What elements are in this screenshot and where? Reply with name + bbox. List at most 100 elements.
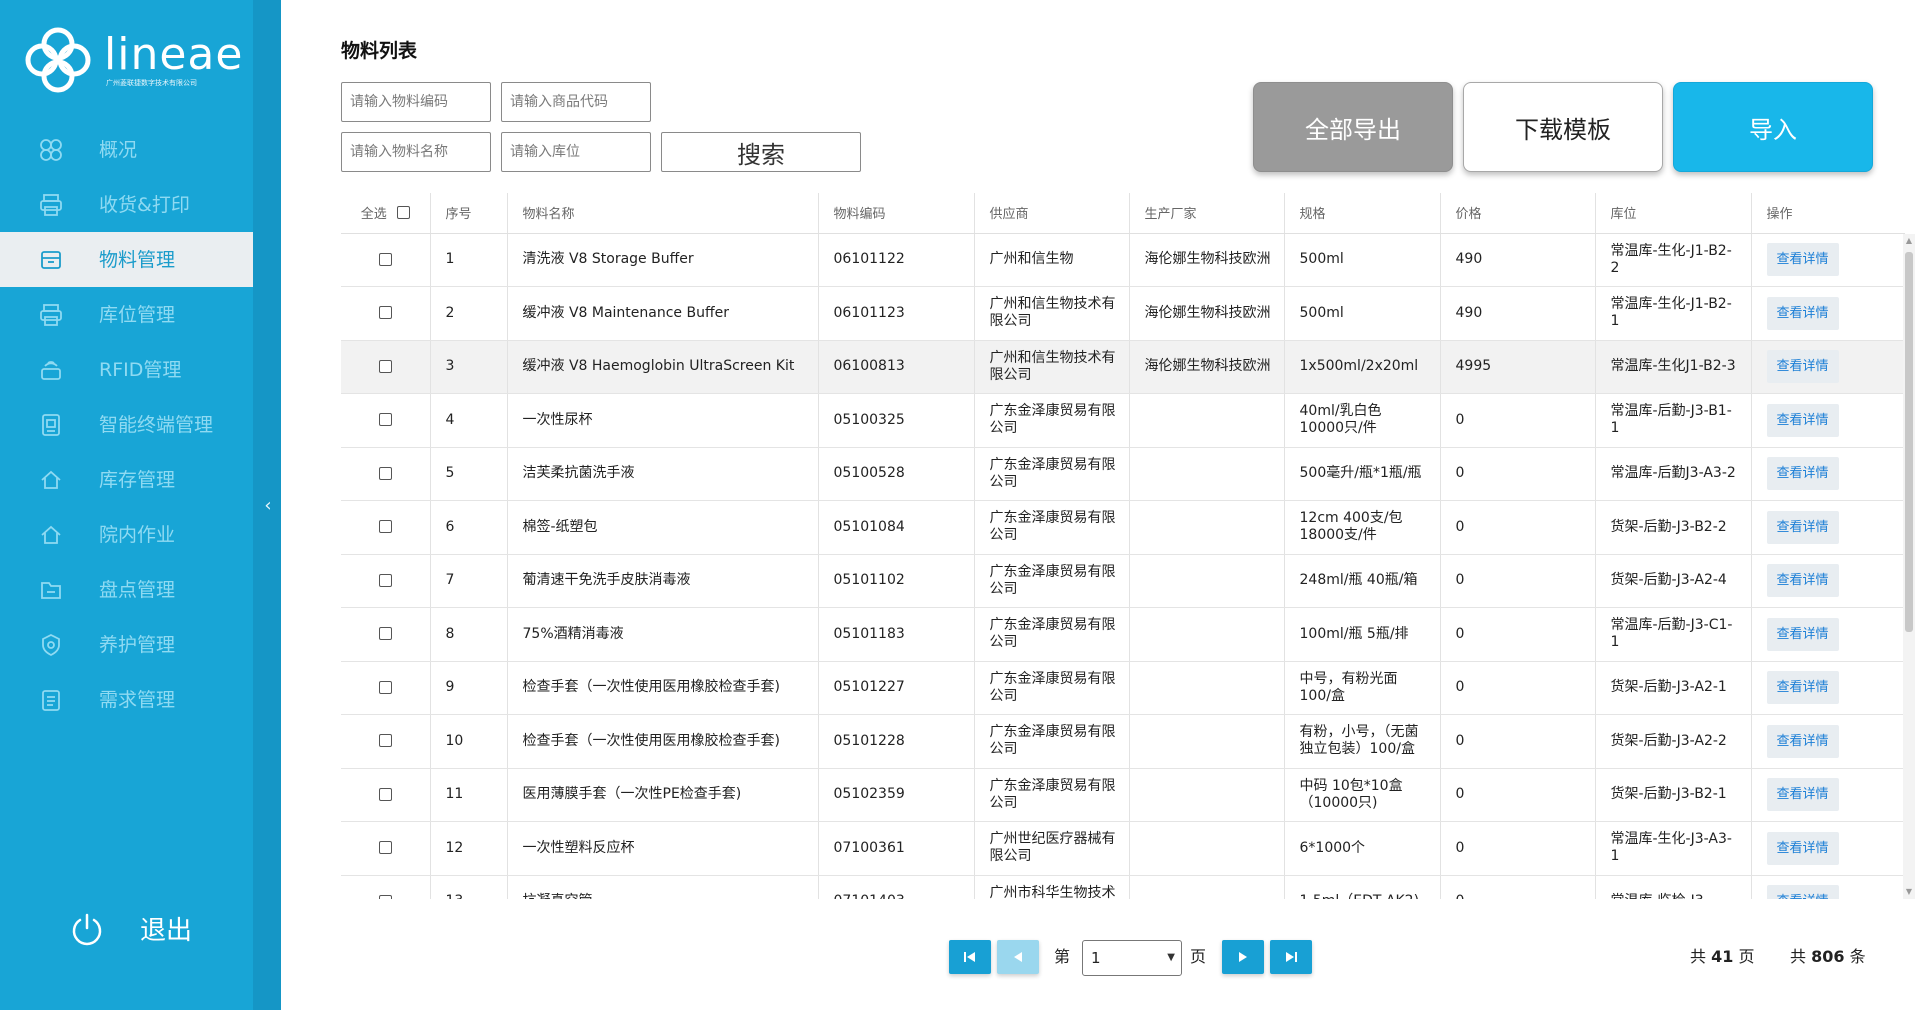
cell-supplier: 广东金泽康贸易有限公司	[974, 393, 1130, 448]
cell-location: 货架-后勤-J3-A2-4	[1595, 554, 1752, 608]
brand-name: lineae	[104, 29, 244, 80]
cell-manufacturer	[1129, 607, 1285, 662]
sidebar-item[interactable]: 概况	[0, 122, 253, 177]
chevron-down-icon: ▼	[1167, 952, 1175, 963]
total-items-prefix: 共	[1790, 947, 1807, 966]
cell-operation: 查看详情	[1751, 393, 1905, 448]
dashboard-icon	[40, 139, 62, 161]
shield-icon	[42, 633, 60, 657]
row-checkbox[interactable]	[378, 894, 392, 899]
row-checkbox[interactable]	[378, 359, 392, 373]
scrollbar-thumb[interactable]	[1905, 252, 1913, 632]
cell-operation: 查看详情	[1751, 286, 1905, 341]
row-checkbox[interactable]	[378, 627, 392, 641]
row-checkbox[interactable]	[378, 520, 392, 534]
row-select-cell	[341, 500, 431, 555]
row-checkbox[interactable]	[378, 787, 392, 801]
row-checkbox[interactable]	[378, 841, 392, 855]
search-button[interactable]: 搜索	[661, 132, 861, 172]
view-detail-button[interactable]: 查看详情	[1766, 617, 1839, 651]
sidebar-item-label: 收货&打印	[99, 194, 190, 216]
prev-page-icon	[1014, 952, 1022, 962]
page-suffix: 页	[1190, 947, 1207, 966]
sidebar-item[interactable]: 物料管理	[0, 232, 253, 287]
folder-icon	[41, 582, 61, 599]
row-checkbox[interactable]	[378, 573, 392, 587]
next-page-button[interactable]	[1222, 940, 1264, 974]
view-detail-button[interactable]: 查看详情	[1766, 564, 1839, 598]
row-checkbox[interactable]	[378, 680, 392, 694]
sidebar-item[interactable]: 库存管理	[0, 452, 253, 507]
table-row: 8 75%酒精消毒液 05101183 广东金泽康贸易有限公司 100ml/瓶 5瓶/排…	[341, 607, 1905, 662]
download-template-button[interactable]: 下载模板	[1463, 82, 1663, 172]
view-detail-button[interactable]: 查看详情	[1766, 243, 1839, 277]
row-checkbox[interactable]	[378, 413, 392, 427]
row-checkbox[interactable]	[378, 252, 392, 266]
view-detail-button[interactable]: 查看详情	[1766, 885, 1839, 899]
scroll-up-icon[interactable]: ▲	[1905, 237, 1913, 245]
table-row: 11 医用薄膜手套（一次性PE检查手套) 05102359 广东金泽康贸易有限公司 中码…	[341, 768, 1905, 822]
header-spec: 规格	[1284, 193, 1441, 234]
product-code-input[interactable]	[501, 82, 651, 122]
cell-location: 货架-后勤-J3-B2-2	[1595, 500, 1752, 555]
terminal-icon	[42, 414, 60, 436]
last-page-button[interactable]	[1270, 940, 1312, 974]
total-pages-value: 41	[1711, 947, 1734, 966]
view-detail-button[interactable]: 查看详情	[1766, 403, 1839, 437]
material-code-input[interactable]	[341, 82, 491, 122]
sidebar-item[interactable]: 养护管理	[0, 617, 253, 672]
row-select-cell	[341, 714, 431, 769]
page-select[interactable]: 1 ▼	[1082, 940, 1182, 976]
sidebar-nav: 概况收货&打印物料管理 库位管理 RFID管理 智能终端管理 库存管理 院内作业 盘点管理养…	[0, 122, 253, 727]
sidebar-item[interactable]: 需求管理	[0, 672, 253, 727]
view-detail-button[interactable]: 查看详情	[1766, 724, 1839, 758]
cell-operation: 查看详情	[1751, 661, 1905, 715]
export-all-button[interactable]: 全部导出	[1253, 82, 1453, 172]
location-input[interactable]	[501, 132, 651, 172]
cell-price: 0	[1440, 875, 1596, 899]
cell-index: 12	[430, 821, 508, 876]
view-detail-button[interactable]: 查看详情	[1766, 350, 1839, 384]
material-name-input[interactable]	[341, 132, 491, 172]
view-detail-button[interactable]: 查看详情	[1766, 457, 1839, 491]
row-checkbox[interactable]	[378, 734, 392, 748]
cell-price: 4995	[1440, 340, 1596, 394]
row-select-cell	[341, 661, 431, 715]
sidebar-item[interactable]: 智能终端管理	[0, 397, 253, 452]
cell-spec: 1x500ml/2x20ml	[1284, 340, 1441, 394]
table-scrollbar[interactable]: ▲ ▼	[1903, 234, 1915, 899]
cell-code: 05101183	[818, 607, 975, 662]
select-all-checkbox[interactable]	[396, 206, 410, 220]
sidebar-item[interactable]: 收货&打印	[0, 177, 253, 232]
cell-manufacturer	[1129, 447, 1285, 501]
row-select-cell	[341, 768, 431, 822]
cell-index: 1	[430, 233, 508, 287]
row-checkbox[interactable]	[378, 306, 392, 320]
total-items-value: 806	[1811, 947, 1845, 966]
row-checkbox[interactable]	[378, 466, 392, 480]
cell-code: 07101403	[818, 875, 975, 899]
view-detail-button[interactable]: 查看详情	[1766, 296, 1839, 330]
cell-supplier: 广东金泽康贸易有限公司	[974, 554, 1130, 608]
cell-location: 货架-后勤-J3-B2-1	[1595, 768, 1752, 822]
row-select-cell	[341, 286, 431, 341]
cell-name: 医用薄膜手套（一次性PE检查手套)	[507, 768, 819, 822]
sidebar-item[interactable]: 盘点管理	[0, 562, 253, 617]
total-items-suffix: 条	[1849, 947, 1866, 966]
view-detail-button[interactable]: 查看详情	[1766, 778, 1839, 812]
sidebar-item[interactable]: RFID管理	[0, 342, 253, 397]
sidebar-item[interactable]: 库位管理	[0, 287, 253, 342]
prev-page-button[interactable]	[997, 940, 1039, 974]
view-detail-button[interactable]: 查看详情	[1766, 671, 1839, 705]
cell-location: 常温库-后勤-J3-B1-1	[1595, 393, 1752, 448]
sidebar-item[interactable]: 院内作业	[0, 507, 253, 562]
import-button[interactable]: 导入	[1673, 82, 1873, 172]
cell-name: 洁芙柔抗菌洗手液	[507, 447, 819, 501]
rfid-icon	[41, 361, 61, 380]
view-detail-button[interactable]: 查看详情	[1766, 510, 1839, 544]
first-page-button[interactable]	[949, 940, 991, 974]
collapse-sidebar-icon[interactable]: ‹	[262, 494, 274, 518]
home-icon	[41, 525, 61, 544]
view-detail-button[interactable]: 查看详情	[1766, 831, 1839, 865]
scroll-down-icon[interactable]: ▼	[1905, 888, 1913, 896]
